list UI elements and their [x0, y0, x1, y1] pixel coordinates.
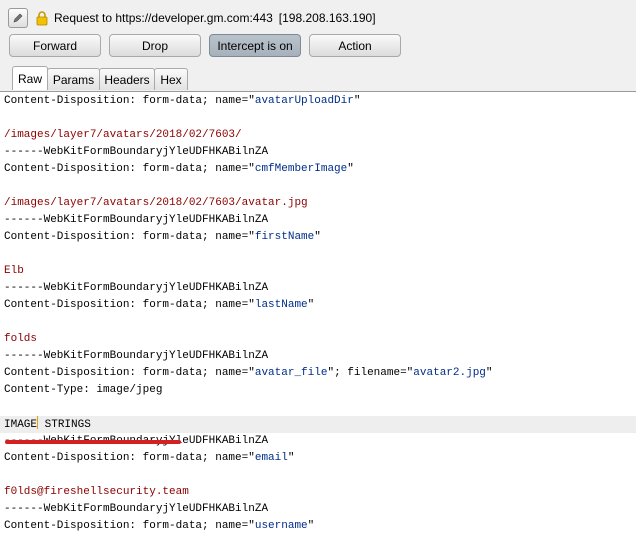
header-name: Content-Disposition: form-data; name=": [4, 367, 255, 379]
param-value: avatar2.jpg: [413, 367, 486, 379]
header-name: "; filename=": [327, 367, 414, 379]
tab-headers[interactable]: Headers: [99, 68, 155, 90]
body-line: Content-Disposition: form-data; name="fi…: [4, 229, 636, 246]
body-line: ------WebKitFormBoundaryjYleUDFHKABilnZA: [4, 501, 636, 518]
body-line: ------WebKitFormBoundaryjYleUDFHKABilnZA: [4, 280, 636, 297]
body-line: IMAGE STRINGS: [0, 416, 636, 433]
body-line: Content-Type: image/jpeg: [4, 382, 636, 399]
tab-raw[interactable]: Raw: [12, 66, 48, 90]
message-tabs: Raw Params Headers Hex: [12, 66, 188, 90]
quote: ": [307, 520, 315, 532]
request-title: Request to https://developer.gm.com:443: [54, 11, 273, 25]
drop-button[interactable]: Drop: [109, 34, 201, 57]
line-text: ------WebKitFormBoundaryjYleUDFHKABilnZA: [4, 503, 269, 515]
edit-pencil-icon[interactable]: [8, 8, 28, 28]
tab-params[interactable]: Params: [47, 68, 100, 90]
intercept-toggle-button[interactable]: Intercept is on: [209, 34, 301, 57]
param-name: email: [254, 452, 288, 464]
header-name: Content-Disposition: form-data; name=": [4, 95, 255, 107]
tab-hex[interactable]: Hex: [154, 68, 188, 90]
body-line: Elb: [4, 263, 636, 280]
message-body: Content-Disposition: form-data; name="av…: [0, 93, 636, 535]
quote: ": [314, 231, 321, 243]
body-line: Content-Disposition: form-data; name="em…: [4, 450, 636, 467]
field-value: Elb: [4, 265, 24, 277]
line-text: ------WebKitFormBoundaryjYleUDFHKABilnZA: [4, 282, 269, 294]
request-ip: [198.208.163.190]: [278, 11, 376, 25]
body-line: /images/layer7/avatars/2018/02/7603/avat…: [4, 195, 636, 212]
header-name: Content-Disposition: form-data; name=": [4, 299, 255, 311]
param-name: avatarUploadDir: [254, 95, 354, 107]
param-name: firstName: [254, 231, 315, 243]
body-line: folds: [4, 331, 636, 348]
line-text: STRINGS: [38, 419, 91, 431]
body-line: [4, 314, 636, 331]
raw-message-editor[interactable]: Content-Disposition: form-data; name="av…: [0, 91, 636, 532]
red-underline-annotation: [5, 440, 181, 444]
param-name: lastName: [254, 299, 308, 311]
param-name: username: [254, 520, 308, 532]
body-line: f0lds@fireshellsecurity.team: [4, 484, 636, 501]
body-line: [4, 110, 636, 127]
body-line: ------WebKitFormBoundaryjYleUDFHKABilnZA: [4, 348, 636, 365]
body-line: [4, 178, 636, 195]
request-header: Request to https://developer.gm.com:443 …: [0, 0, 636, 96]
field-value: /images/layer7/avatars/2018/02/7603/: [4, 129, 242, 141]
body-line: ------WebKitFormBoundaryjYleUDFHKABilnZA: [4, 144, 636, 161]
body-line: Content-Disposition: form-data; name="us…: [4, 518, 636, 535]
quote: ": [307, 299, 315, 311]
body-line: [4, 467, 636, 484]
line-text: IMAGE: [4, 419, 38, 431]
line-text: ------WebKitFormBoundaryjYleUDFHKABilnZA: [4, 350, 269, 362]
quote: ": [485, 367, 493, 379]
request-info-row: Request to https://developer.gm.com:443 …: [8, 7, 376, 29]
line-text: Content-Type: image/jpeg: [4, 384, 163, 396]
field-value: f0lds@fireshellsecurity.team: [4, 486, 189, 498]
action-button[interactable]: Action: [309, 34, 401, 57]
param-name: avatar_file: [254, 367, 328, 379]
body-line: /images/layer7/avatars/2018/02/7603/: [4, 127, 636, 144]
field-value: folds: [4, 333, 38, 345]
line-text: ------WebKitFormBoundaryjYleUDFHKABilnZA: [4, 146, 269, 158]
line-text: ------WebKitFormBoundaryjYleUDFHKABilnZA: [4, 214, 269, 226]
body-line: [4, 246, 636, 263]
header-name: Content-Disposition: form-data; name=": [4, 520, 255, 532]
body-line: Content-Disposition: form-data; name="cm…: [4, 161, 636, 178]
intercept-toolbar: Forward Drop Intercept is on Action: [9, 34, 409, 57]
body-line: [4, 399, 636, 416]
body-line: Content-Disposition: form-data; name="av…: [4, 365, 636, 382]
forward-button[interactable]: Forward: [9, 34, 101, 57]
header-name: Content-Disposition: form-data; name=": [4, 452, 255, 464]
lock-icon: [36, 11, 48, 26]
body-line: Content-Disposition: form-data; name="av…: [4, 93, 636, 110]
quote: ": [347, 163, 354, 175]
quote: ": [353, 95, 361, 107]
header-name: Content-Disposition: form-data; name=": [4, 231, 255, 243]
quote: ": [287, 452, 295, 464]
param-name: cmfMemberImage: [254, 163, 348, 175]
body-line: ------WebKitFormBoundaryjYleUDFHKABilnZA: [4, 212, 636, 229]
field-value: /images/layer7/avatars/2018/02/7603/avat…: [4, 197, 308, 209]
body-line: Content-Disposition: form-data; name="la…: [4, 297, 636, 314]
header-name: Content-Disposition: form-data; name=": [4, 163, 255, 175]
